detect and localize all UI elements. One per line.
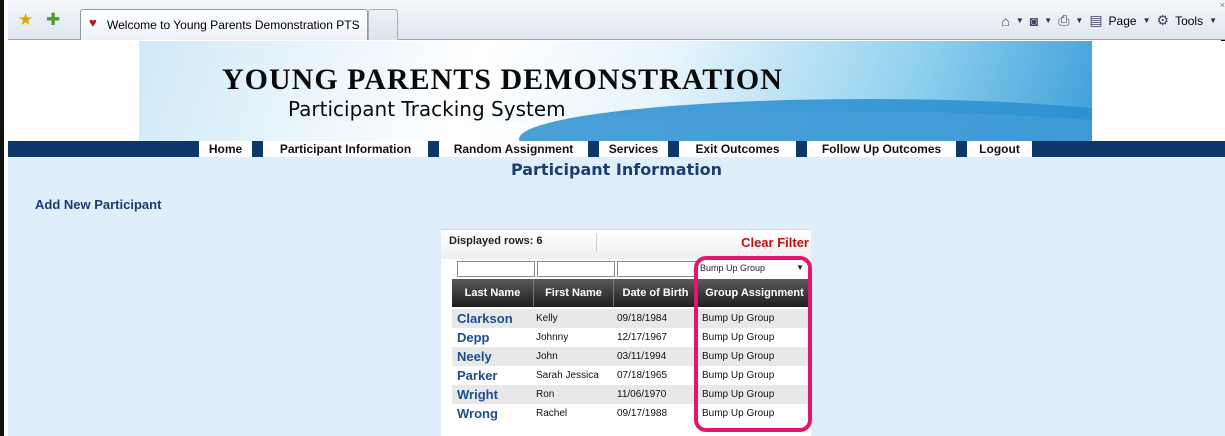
page-menu[interactable]: Page [1109, 14, 1137, 28]
nav-home[interactable]: Home [198, 141, 252, 157]
dob-cell: 11/06/1970 [617, 389, 667, 400]
command-bar: ⌂ ▼ ◙ ▼ ⎙ ▼ ▤ Page ▼ ⚙ Tools ▼ [1001, 12, 1217, 29]
chevron-down-icon[interactable]: ▼ [1044, 16, 1052, 25]
nav-exit-outcomes[interactable]: Exit Outcomes [678, 141, 796, 157]
nav-services[interactable]: Services [598, 141, 668, 157]
nav-random-assignment[interactable]: Random Assignment [438, 141, 588, 157]
dob-cell: 09/17/1988 [617, 408, 668, 419]
chevron-down-icon[interactable]: ▼ [1016, 16, 1024, 25]
first-name-cell: Johnny [536, 332, 569, 343]
nav-logout[interactable]: Logout [966, 141, 1032, 157]
page-viewport: ▲ YOUNG PARENTS DEMONSTRATION Participan… [8, 41, 1225, 436]
last-name-link[interactable]: Wrong [457, 404, 498, 423]
add-new-participant-link[interactable]: Add New Participant [35, 197, 161, 212]
column-header-last-name[interactable]: Last Name [452, 279, 534, 307]
last-name-link[interactable]: Depp [457, 328, 490, 347]
site-subtitle: Participant Tracking System [288, 97, 566, 121]
main-nav: Home Participant Information Random Assi… [8, 141, 1225, 157]
tools-menu[interactable]: Tools [1175, 14, 1203, 28]
dob-cell: 09/18/1984 [617, 313, 668, 324]
rss-icon[interactable]: ◙ [1030, 13, 1038, 29]
chevron-down-icon[interactable]: ▼ [1143, 16, 1151, 25]
first-name-cell: Sarah Jessica [536, 370, 599, 381]
annotation-highlight [694, 256, 812, 432]
last-name-link[interactable]: Wright [457, 385, 498, 404]
last-name-link[interactable]: Neely [457, 347, 492, 366]
last-name-filter-input[interactable] [457, 261, 535, 277]
displayed-rows-count: Displayed rows: 6 [449, 235, 543, 247]
last-name-link[interactable]: Clarkson [457, 309, 513, 328]
close-icon[interactable]: × [1220, 0, 1225, 10]
site-banner: YOUNG PARENTS DEMONSTRATION Participant … [8, 41, 1225, 141]
first-name-filter-input[interactable] [537, 261, 615, 277]
dob-cell: 07/18/1965 [617, 370, 668, 381]
star-icon[interactable]: ★ [18, 11, 33, 28]
print-icon[interactable]: ⎙ [1058, 12, 1069, 29]
add-favorites-icon[interactable]: ✚ [46, 11, 60, 28]
first-name-cell: Kelly [536, 313, 558, 324]
column-header-date-of-birth[interactable]: Date of Birth [614, 279, 698, 307]
browser-toolbar: ★ ✚ ♥ Welcome to Young Parents Demonstra… [8, 0, 1225, 40]
dob-cell: 03/11/1994 [617, 351, 667, 362]
chevron-down-icon[interactable]: ▼ [1075, 16, 1083, 25]
nav-follow-up-outcomes[interactable]: Follow Up Outcomes [806, 141, 956, 157]
page-icon: ▤ [1089, 12, 1103, 28]
grid-toolbar: Displayed rows: 6 Clear Filter [441, 229, 811, 259]
gear-icon: ⚙ [1156, 12, 1170, 28]
new-tab-button[interactable] [368, 9, 398, 40]
site-title: YOUNG PARENTS DEMONSTRATION [222, 63, 783, 96]
dob-cell: 12/17/1967 [617, 332, 668, 343]
first-name-cell: John [536, 351, 558, 362]
browser-tab[interactable]: ♥ Welcome to Young Parents Demonstration… [80, 9, 368, 40]
nav-participant-information[interactable]: Participant Information [262, 141, 428, 157]
clear-filter-link[interactable]: Clear Filter [741, 235, 809, 250]
column-header-first-name[interactable]: First Name [534, 279, 614, 307]
first-name-cell: Rachel [536, 408, 568, 419]
dob-filter-input[interactable] [617, 261, 697, 277]
tab-title: Welcome to Young Parents Demonstration P… [107, 18, 360, 32]
last-name-link[interactable]: Parker [457, 366, 497, 385]
browser-window: ★ ✚ ♥ Welcome to Young Parents Demonstra… [0, 0, 1225, 436]
divider [596, 234, 597, 252]
heart-icon: ♥ [89, 15, 97, 30]
first-name-cell: Ron [536, 389, 555, 400]
home-icon[interactable]: ⌂ [1001, 13, 1009, 29]
page-title: Participant Information [510, 160, 723, 179]
chevron-down-icon[interactable]: ▼ [1209, 16, 1217, 25]
